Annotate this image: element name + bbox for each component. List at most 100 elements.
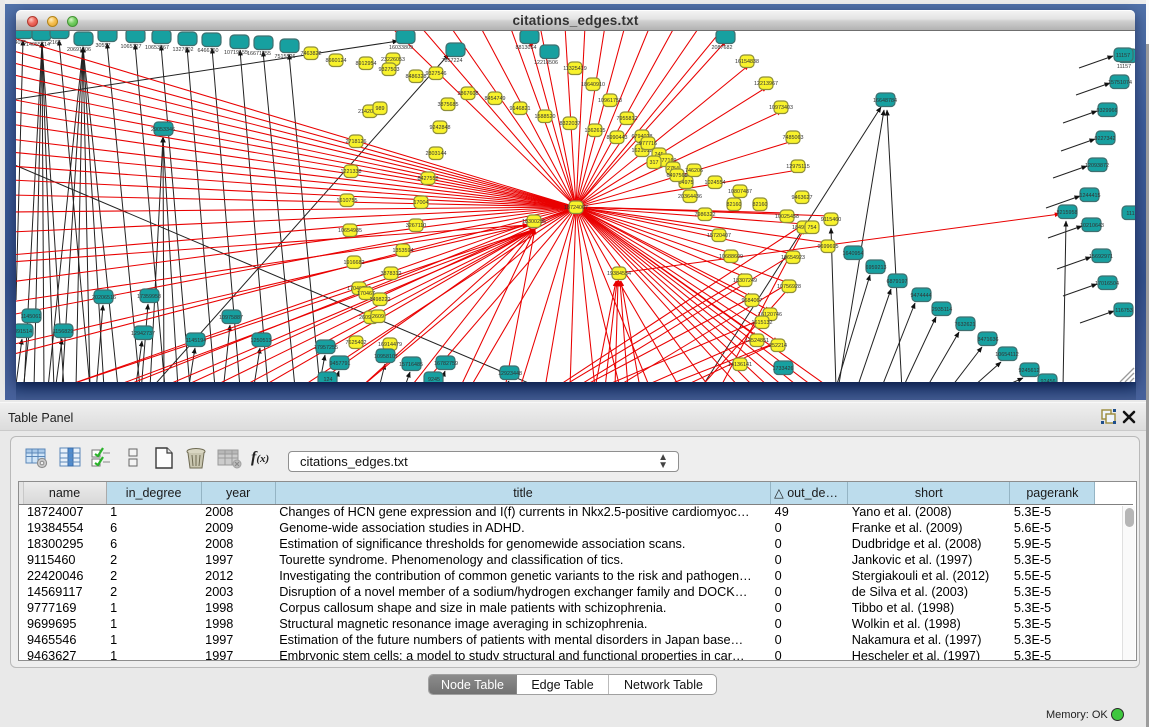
svg-text:18300295: 18300295 — [522, 219, 546, 225]
svg-text:8471636: 8471636 — [978, 337, 999, 343]
svg-text:12213967: 12213967 — [754, 81, 778, 87]
svg-text:19654923: 19654923 — [781, 255, 805, 261]
svg-text:3878312: 3878312 — [381, 271, 402, 277]
svg-text:8912954: 8912954 — [356, 61, 377, 67]
svg-text:10025458: 10025458 — [775, 214, 799, 220]
svg-text:8454749: 8454749 — [485, 96, 506, 102]
svg-text:9457791: 9457791 — [330, 361, 351, 367]
svg-text:10961758: 10961758 — [598, 98, 622, 104]
svg-text:9474444: 9474444 — [911, 293, 932, 299]
svg-text:2803144: 2803144 — [426, 151, 447, 157]
svg-text:16154838: 16154838 — [735, 59, 759, 65]
svg-text:9699695: 9699695 — [818, 244, 839, 250]
svg-text:7632621: 7632621 — [955, 322, 976, 328]
svg-text:1733426: 1733426 — [773, 366, 794, 372]
svg-text:10210643: 10210643 — [1080, 223, 1104, 229]
svg-text:10807487: 10807487 — [728, 189, 752, 195]
svg-text:20206516: 20206516 — [92, 295, 116, 301]
svg-text:10756928: 10756928 — [777, 284, 801, 290]
svg-text:16033809: 16033809 — [389, 45, 413, 51]
svg-text:1610755: 1610755 — [337, 198, 358, 204]
svg-text:14055: 14055 — [16, 40, 27, 46]
svg-text:16671355: 16671355 — [247, 51, 271, 57]
svg-text:17957255: 17957255 — [314, 345, 338, 351]
svg-text:20364436: 20364436 — [678, 194, 702, 200]
svg-text:9245: 9245 — [428, 377, 440, 382]
svg-text:18307249: 18307249 — [733, 278, 757, 284]
svg-text:29053346: 29053346 — [151, 127, 175, 133]
svg-text:18640910: 18640910 — [581, 82, 605, 88]
svg-text:1916682: 1916682 — [344, 260, 365, 266]
svg-text:124: 124 — [324, 377, 333, 382]
svg-text:15720407: 15720407 — [707, 233, 731, 239]
svg-text:17359958: 17359958 — [137, 294, 161, 300]
svg-text:977716: 977716 — [639, 141, 657, 147]
svg-text:20691406: 20691406 — [67, 47, 91, 53]
svg-text:10653267: 10653267 — [145, 45, 169, 51]
svg-text:9115460: 9115460 — [821, 217, 842, 223]
svg-text:10975887: 10975887 — [219, 315, 243, 321]
svg-text:7986322: 7986322 — [695, 212, 716, 218]
svg-text:1065327: 1065327 — [121, 44, 142, 50]
svg-text:252214: 252214 — [769, 343, 787, 349]
svg-text:14136141: 14136141 — [728, 362, 752, 368]
svg-text:989: 989 — [376, 106, 385, 112]
svg-text:1250513: 1250513 — [251, 338, 272, 344]
svg-text:8322037: 8322037 — [560, 121, 581, 127]
svg-text:9327546: 9327546 — [426, 71, 447, 77]
svg-text:754: 754 — [808, 225, 817, 231]
svg-text:9227342: 9227342 — [1095, 136, 1116, 142]
svg-text:10973403: 10973403 — [769, 105, 793, 111]
svg-text:12942737: 12942737 — [131, 331, 155, 337]
svg-text:19384554: 19384554 — [607, 271, 631, 277]
svg-text:12218506: 12218506 — [534, 60, 558, 66]
svg-text:10654112: 10654112 — [995, 352, 1019, 358]
svg-text:12923448: 12923448 — [498, 371, 522, 377]
svg-text:8427552: 8427552 — [418, 176, 439, 182]
svg-text:2935114: 2935114 — [932, 307, 953, 313]
svg-text:15751074: 15751074 — [1108, 80, 1132, 86]
svg-text:9327503: 9327503 — [379, 67, 400, 73]
svg-text:1498222: 1498222 — [370, 297, 391, 303]
svg-text:10688609: 10688609 — [719, 254, 743, 260]
svg-text:9146821: 9146821 — [510, 106, 531, 112]
svg-text:1640954: 1640954 — [843, 251, 864, 257]
svg-text:18724007: 18724007 — [564, 205, 588, 211]
svg-text:17016504: 17016504 — [1095, 281, 1119, 287]
svg-text:10719155: 10719155 — [224, 50, 248, 56]
svg-text:11157: 11157 — [1117, 64, 1131, 70]
svg-text:8813054: 8813054 — [516, 45, 537, 51]
svg-text:12093872: 12093872 — [1085, 163, 1109, 169]
svg-text:7955812: 7955812 — [617, 116, 638, 122]
svg-text:92456: 92456 — [1041, 379, 1056, 382]
svg-text:6466160: 6466160 — [198, 48, 219, 54]
svg-text:1221338: 1221338 — [341, 169, 362, 175]
svg-text:7463822: 7463822 — [301, 51, 322, 57]
svg-text:2087682: 2087682 — [712, 45, 733, 51]
svg-text:8215958: 8215958 — [1057, 210, 1078, 216]
svg-text:11325419: 11325419 — [563, 66, 587, 72]
svg-text:1156829: 1156829 — [53, 329, 74, 335]
svg-text:9463627: 9463627 — [792, 195, 813, 201]
svg-text:14055714: 14055714 — [26, 42, 50, 48]
svg-text:1145194: 1145194 — [186, 338, 207, 344]
svg-text:8990443: 8990443 — [607, 135, 628, 141]
svg-text:1112: 1112 — [1126, 211, 1135, 217]
svg-text:1362615: 1362615 — [585, 128, 606, 134]
svg-text:15716485: 15716485 — [399, 362, 423, 368]
svg-text:6879197: 6879197 — [887, 279, 908, 285]
svg-text:11157: 11157 — [1116, 53, 1130, 59]
svg-text:7485063: 7485063 — [783, 135, 804, 141]
svg-text:7515526: 7515526 — [275, 54, 296, 60]
svg-text:1353594: 1353594 — [393, 248, 414, 254]
svg-text:1327602: 1327602 — [173, 47, 194, 53]
svg-text:3267110: 3267110 — [406, 223, 427, 229]
svg-text:1024554: 1024554 — [705, 180, 726, 186]
svg-text:8660124: 8660124 — [326, 58, 347, 64]
svg-text:15692971: 15692971 — [1089, 254, 1113, 260]
svg-text:2867608: 2867608 — [458, 91, 479, 97]
svg-text:746206: 746206 — [685, 168, 703, 174]
svg-text:9684067: 9684067 — [742, 298, 763, 304]
svg-text:1244415: 1244415 — [1080, 193, 1101, 199]
svg-text:82160: 82160 — [727, 202, 742, 208]
